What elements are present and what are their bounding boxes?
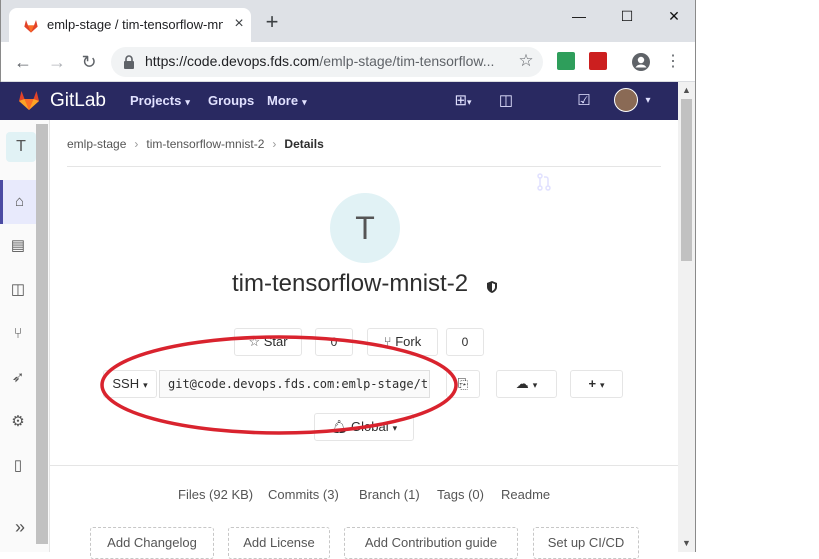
breadcrumb-group[interactable]: emlp-stage: [67, 137, 126, 151]
sidebar-item-cicd-rocket-icon[interactable]: ➶: [0, 356, 36, 400]
stat-commits[interactable]: Commits (3): [268, 487, 339, 502]
sidebar-item-wiki-book-icon[interactable]: ▯: [0, 444, 36, 488]
download-dropdown[interactable]: ☁ ▾: [496, 370, 557, 398]
gitlab-logo-icon[interactable]: [16, 88, 42, 112]
project-avatar: T: [330, 193, 400, 263]
stat-files[interactable]: Files (92 KB): [178, 487, 253, 502]
plus-icon: +: [588, 376, 597, 391]
scrollbar-thumb[interactable]: [681, 99, 692, 261]
project-sidebar: T ⌂ ▤ ◫ ⑂ ➶ ⚙ ▯ »: [0, 120, 50, 552]
section-divider: [50, 465, 678, 466]
stat-readme[interactable]: Readme: [501, 487, 550, 502]
breadcrumb: emlp-stage › tim-tensorflow-mnist-2 › Detail…: [67, 137, 324, 151]
breadcrumb-divider: [67, 166, 661, 167]
stat-branch[interactable]: Branch (1): [359, 487, 420, 502]
tab-title: emlp-stage / tim-tensorflow-mni: [47, 17, 223, 32]
extension-grid-icon[interactable]: [557, 52, 575, 70]
minimize-button[interactable]: —: [564, 6, 594, 26]
annotation-ellipse: [100, 335, 458, 435]
cloud-download-icon: ☁: [515, 376, 529, 391]
breadcrumb-project[interactable]: tim-tensorflow-mnist-2: [146, 137, 264, 151]
merge-request-icon[interactable]: [536, 173, 552, 191]
nav-more[interactable]: More ▾: [267, 93, 307, 108]
browser-menu-icon[interactable]: ⋮: [661, 50, 685, 74]
browser-tab[interactable]: emlp-stage / tim-tensorflow-mni ×: [9, 8, 251, 42]
forward-arrow-icon[interactable]: →: [45, 50, 69, 74]
stat-tags[interactable]: Tags (0): [437, 487, 484, 502]
sidebar-item-merge-requests-icon[interactable]: ⑂: [0, 312, 36, 356]
url-text: https://code.devops.fds.com/emlp-stage/t…: [145, 53, 495, 69]
close-window-button[interactable]: ✕: [659, 6, 689, 26]
gitlab-favicon-icon: [24, 20, 38, 33]
collapse-sidebar-icon[interactable]: »: [8, 512, 32, 542]
sidebar-item-operations-icon[interactable]: ⚙: [0, 400, 36, 444]
breadcrumb-chevron-icon: ›: [134, 137, 139, 151]
back-arrow-icon[interactable]: ←: [11, 50, 35, 74]
bookmark-star-icon[interactable]: ☆: [515, 50, 537, 72]
breadcrumb-chevron-icon: ›: [272, 137, 277, 151]
scroll-down-arrow-icon[interactable]: ▼: [678, 535, 695, 552]
sidebar-item-home-icon[interactable]: ⌂: [0, 180, 36, 224]
gitlab-brand[interactable]: GitLab: [50, 90, 106, 112]
new-tab-button[interactable]: +: [261, 11, 283, 34]
sidebar-item-repository-icon[interactable]: ▤: [0, 224, 36, 268]
lock-icon: [124, 55, 134, 69]
add-changelog-button[interactable]: Add Changelog: [90, 527, 214, 559]
maximize-button[interactable]: ☐: [612, 6, 642, 26]
todos-check-icon[interactable]: ☑: [574, 91, 594, 111]
browser-toolbar: ← → ↻ https://code.devops.fds.com/emlp-s…: [1, 42, 695, 82]
sidebar-scrollbar[interactable]: [36, 124, 48, 544]
issues-icon[interactable]: ◫: [496, 91, 516, 111]
browser-titlebar: emlp-stage / tim-tensorflow-mni × + — ☐ …: [1, 0, 695, 42]
scroll-up-arrow-icon[interactable]: ▲: [678, 82, 695, 99]
user-avatar[interactable]: [614, 88, 638, 112]
sidebar-project-avatar[interactable]: T: [6, 132, 36, 162]
add-license-button[interactable]: Add License: [228, 527, 330, 559]
new-plus-icon[interactable]: ⊞▾: [448, 91, 478, 111]
clipboard-icon: ⎘: [457, 376, 469, 391]
tab-close-icon[interactable]: ×: [229, 14, 249, 34]
setup-cicd-button[interactable]: Set up CI/CD: [533, 527, 639, 559]
breadcrumb-current: Details: [284, 137, 324, 151]
extension-password-icon[interactable]: [589, 52, 607, 70]
address-bar[interactable]: https://code.devops.fds.com/emlp-stage/t…: [111, 47, 543, 77]
nav-groups[interactable]: Groups: [208, 93, 254, 108]
add-contribution-guide-button[interactable]: Add Contribution guide: [344, 527, 518, 559]
chevron-down-icon[interactable]: ▾: [638, 91, 658, 111]
project-title: tim-tensorflow-mnist-2: [232, 270, 469, 297]
reload-icon[interactable]: ↻: [77, 50, 101, 74]
shield-icon: [487, 281, 497, 293]
sidebar-item-issues-icon[interactable]: ◫: [0, 268, 36, 312]
nav-projects[interactable]: Projects ▾: [130, 93, 190, 108]
gitlab-header: GitLab Projects ▾ Groups More ▾ ⊞▾ ◫ ☑ ▾: [0, 82, 678, 191]
add-new-dropdown[interactable]: + ▾: [570, 370, 623, 398]
profile-icon[interactable]: [631, 52, 651, 72]
